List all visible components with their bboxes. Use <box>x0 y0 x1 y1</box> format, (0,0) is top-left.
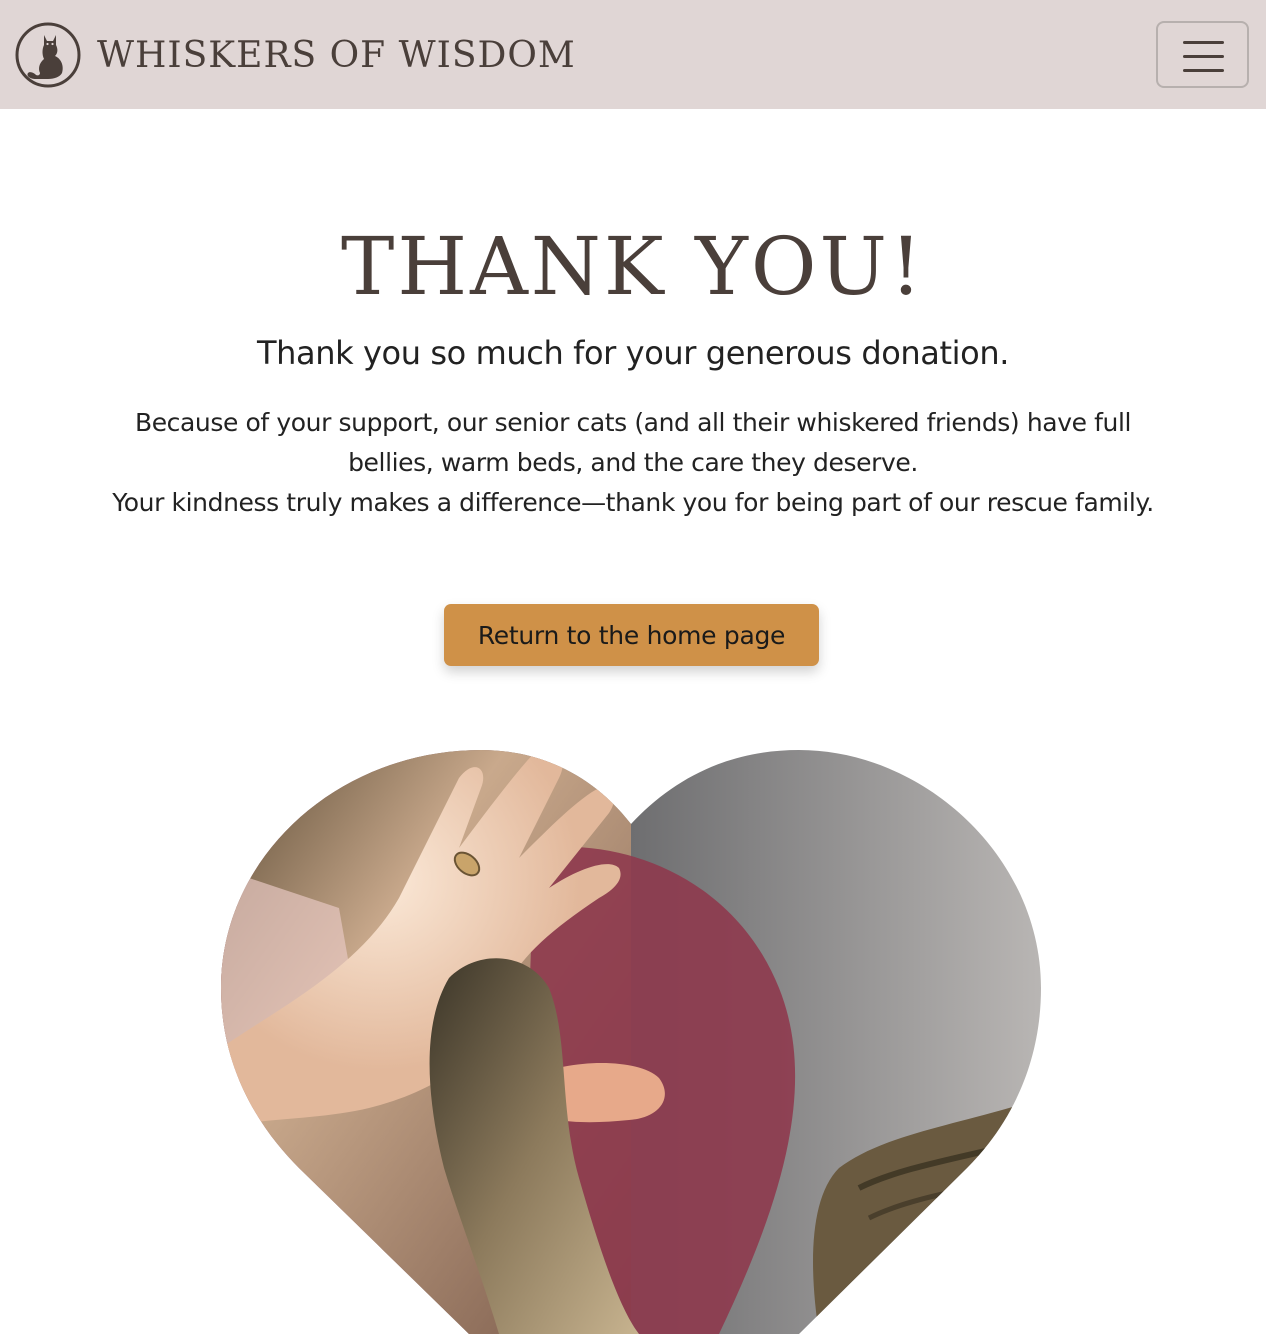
message-paragraph-1: Because of your support, our senior cats… <box>134 408 1132 477</box>
menu-toggle-button[interactable] <box>1156 21 1249 88</box>
return-home-button[interactable]: Return to the home page <box>444 604 819 666</box>
brand-name: WHISKERS OF WISDOM <box>97 34 576 76</box>
page-subtitle: Thank you so much for your generous dona… <box>257 334 1009 372</box>
hamburger-menu-icon-bar <box>1183 55 1224 58</box>
brand-link[interactable]: WHISKERS OF WISDOM <box>14 20 576 90</box>
heart-photo <box>219 748 1043 1334</box>
hamburger-menu-icon-bar <box>1183 69 1224 72</box>
hamburger-menu-icon <box>1183 41 1224 44</box>
thank-you-message: Because of your support, our senior cats… <box>90 403 1176 523</box>
cat-logo-icon <box>15 22 81 88</box>
hand-and-paw-image <box>221 750 1041 1334</box>
page-title: THANK YOU! <box>340 220 926 313</box>
message-paragraph-2: Your kindness truly makes a difference—t… <box>112 488 1154 517</box>
navbar: WHISKERS OF WISDOM <box>0 0 1266 109</box>
